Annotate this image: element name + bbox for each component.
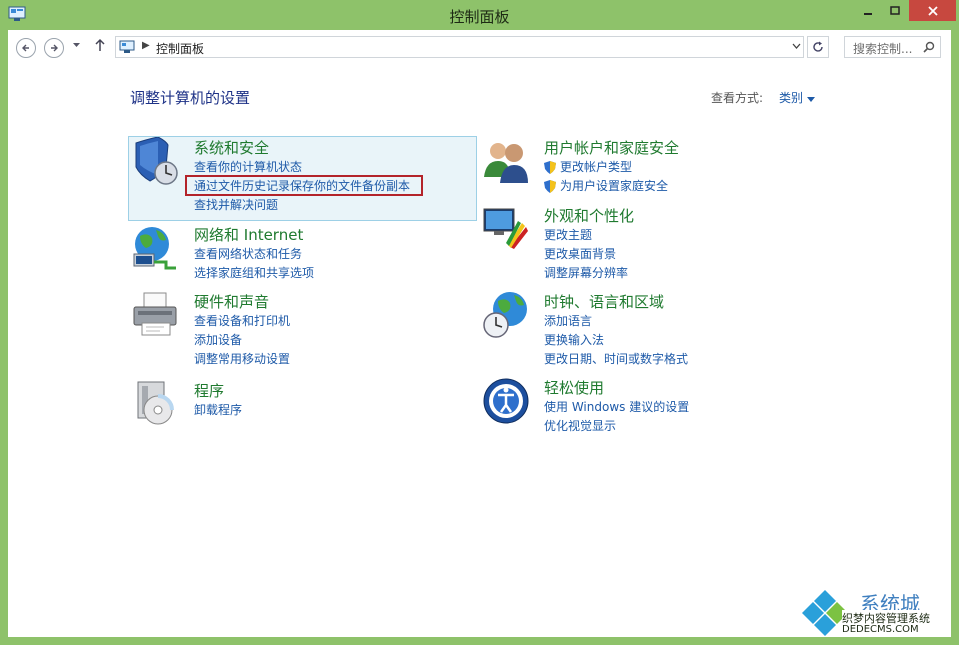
category-title[interactable]: 程序 xyxy=(194,380,224,401)
refresh-icon xyxy=(813,41,823,52)
category-title[interactable]: 外观和个性化 xyxy=(544,205,634,226)
link-change-account-type[interactable]: 更改帐户类型 xyxy=(544,158,668,177)
link-change-input[interactable]: 更换输入法 xyxy=(544,331,688,350)
link-recommended-settings[interactable]: 使用 Windows 建议的设置 xyxy=(544,398,689,417)
search-icon[interactable] xyxy=(923,41,935,53)
link-add-language[interactable]: 添加语言 xyxy=(544,312,688,331)
maximize-button[interactable] xyxy=(881,0,908,21)
window-title: 控制面板 xyxy=(449,8,510,26)
back-button[interactable] xyxy=(16,38,36,58)
arrow-right-icon xyxy=(51,44,58,52)
printer-icon xyxy=(133,292,177,336)
category-title[interactable]: 用户帐户和家庭安全 xyxy=(544,137,679,158)
category-title[interactable]: 轻松使用 xyxy=(544,377,604,398)
search-input[interactable]: 搜索控制... xyxy=(853,40,912,57)
forward-button[interactable] xyxy=(44,38,64,58)
minimize-icon xyxy=(863,12,872,15)
minimize-button[interactable] xyxy=(854,0,881,21)
navigation-bar: ▶ 控制面板 搜索控制... xyxy=(8,30,951,63)
link-optimize-visual[interactable]: 优化视觉显示 xyxy=(544,417,689,436)
arrow-up-icon xyxy=(95,38,105,51)
control-panel-icon xyxy=(119,40,135,53)
view-by-dropdown[interactable]: 类别 xyxy=(779,89,815,106)
refresh-button[interactable] xyxy=(807,36,829,58)
globe-network-icon xyxy=(133,227,176,270)
breadcrumb-separator-icon[interactable]: ▶ xyxy=(142,40,150,51)
close-button[interactable] xyxy=(909,0,956,21)
link-mobility-settings[interactable]: 调整常用移动设置 xyxy=(194,350,290,369)
watermark-text: DEDECMS.COM xyxy=(842,624,919,635)
category-title[interactable]: 时钟、语言和区域 xyxy=(544,291,664,312)
link-screen-resolution[interactable]: 调整屏幕分辨率 xyxy=(544,264,628,283)
globe-clock-icon xyxy=(483,292,527,338)
link-label: 更改帐户类型 xyxy=(560,160,633,174)
title-bar[interactable]: 控制面板 xyxy=(0,0,959,30)
link-desktop-background[interactable]: 更改桌面背景 xyxy=(544,245,628,264)
address-bar[interactable]: ▶ 控制面板 xyxy=(115,36,804,58)
program-disc-icon xyxy=(137,381,174,425)
uac-shield-icon xyxy=(544,161,556,174)
search-box[interactable]: 搜索控制... xyxy=(844,36,941,58)
address-dropdown[interactable] xyxy=(792,41,801,52)
chevron-down-icon xyxy=(792,43,801,49)
up-button[interactable] xyxy=(94,38,106,56)
uac-shield-icon xyxy=(544,180,556,193)
page-title: 调整计算机的设置 xyxy=(130,89,251,107)
shield-clock-icon xyxy=(135,137,178,185)
monitor-palette-icon xyxy=(483,208,528,249)
breadcrumb-control-panel[interactable]: 控制面板 xyxy=(156,40,204,57)
control-panel-window: 控制面板 ▶ 控制面板 搜索控制... 调整计算机的设置 查看方式: 类别 系统… xyxy=(0,0,959,645)
chevron-down-icon xyxy=(73,43,80,47)
link-family-safety[interactable]: 为用户设置家庭安全 xyxy=(544,177,668,196)
link-change-theme[interactable]: 更改主题 xyxy=(544,226,628,245)
close-icon xyxy=(927,5,938,16)
link-network-status[interactable]: 查看网络状态和任务 xyxy=(194,245,314,264)
arrow-left-icon xyxy=(22,44,29,52)
users-icon xyxy=(484,143,528,183)
chevron-down-icon xyxy=(806,97,815,102)
annotation-highlight-box xyxy=(185,175,423,196)
link-add-device[interactable]: 添加设备 xyxy=(194,331,290,350)
category-title[interactable]: 系统和安全 xyxy=(194,137,269,158)
link-label: 为用户设置家庭安全 xyxy=(560,179,669,193)
recent-locations-dropdown[interactable] xyxy=(73,41,80,50)
watermark-logo: 系统城 织梦内容管理系统 DEDECMS.COM xyxy=(800,588,951,638)
accessibility-icon xyxy=(483,378,529,424)
category-title[interactable]: 网络和 Internet xyxy=(194,224,303,245)
view-by-value: 类别 xyxy=(779,91,804,105)
category-title[interactable]: 硬件和声音 xyxy=(194,291,269,312)
view-by-label: 查看方式: xyxy=(711,91,764,105)
link-date-time-format[interactable]: 更改日期、时间或数字格式 xyxy=(544,350,688,369)
content-frame: ▶ 控制面板 搜索控制... 调整计算机的设置 查看方式: 类别 系统和安全 查… xyxy=(8,30,951,637)
link-homegroup[interactable]: 选择家庭组和共享选项 xyxy=(194,264,314,283)
link-uninstall-program[interactable]: 卸载程序 xyxy=(194,401,242,420)
maximize-icon xyxy=(889,5,900,15)
link-troubleshoot[interactable]: 查找并解决问题 xyxy=(194,196,410,215)
link-devices-printers[interactable]: 查看设备和打印机 xyxy=(194,312,290,331)
